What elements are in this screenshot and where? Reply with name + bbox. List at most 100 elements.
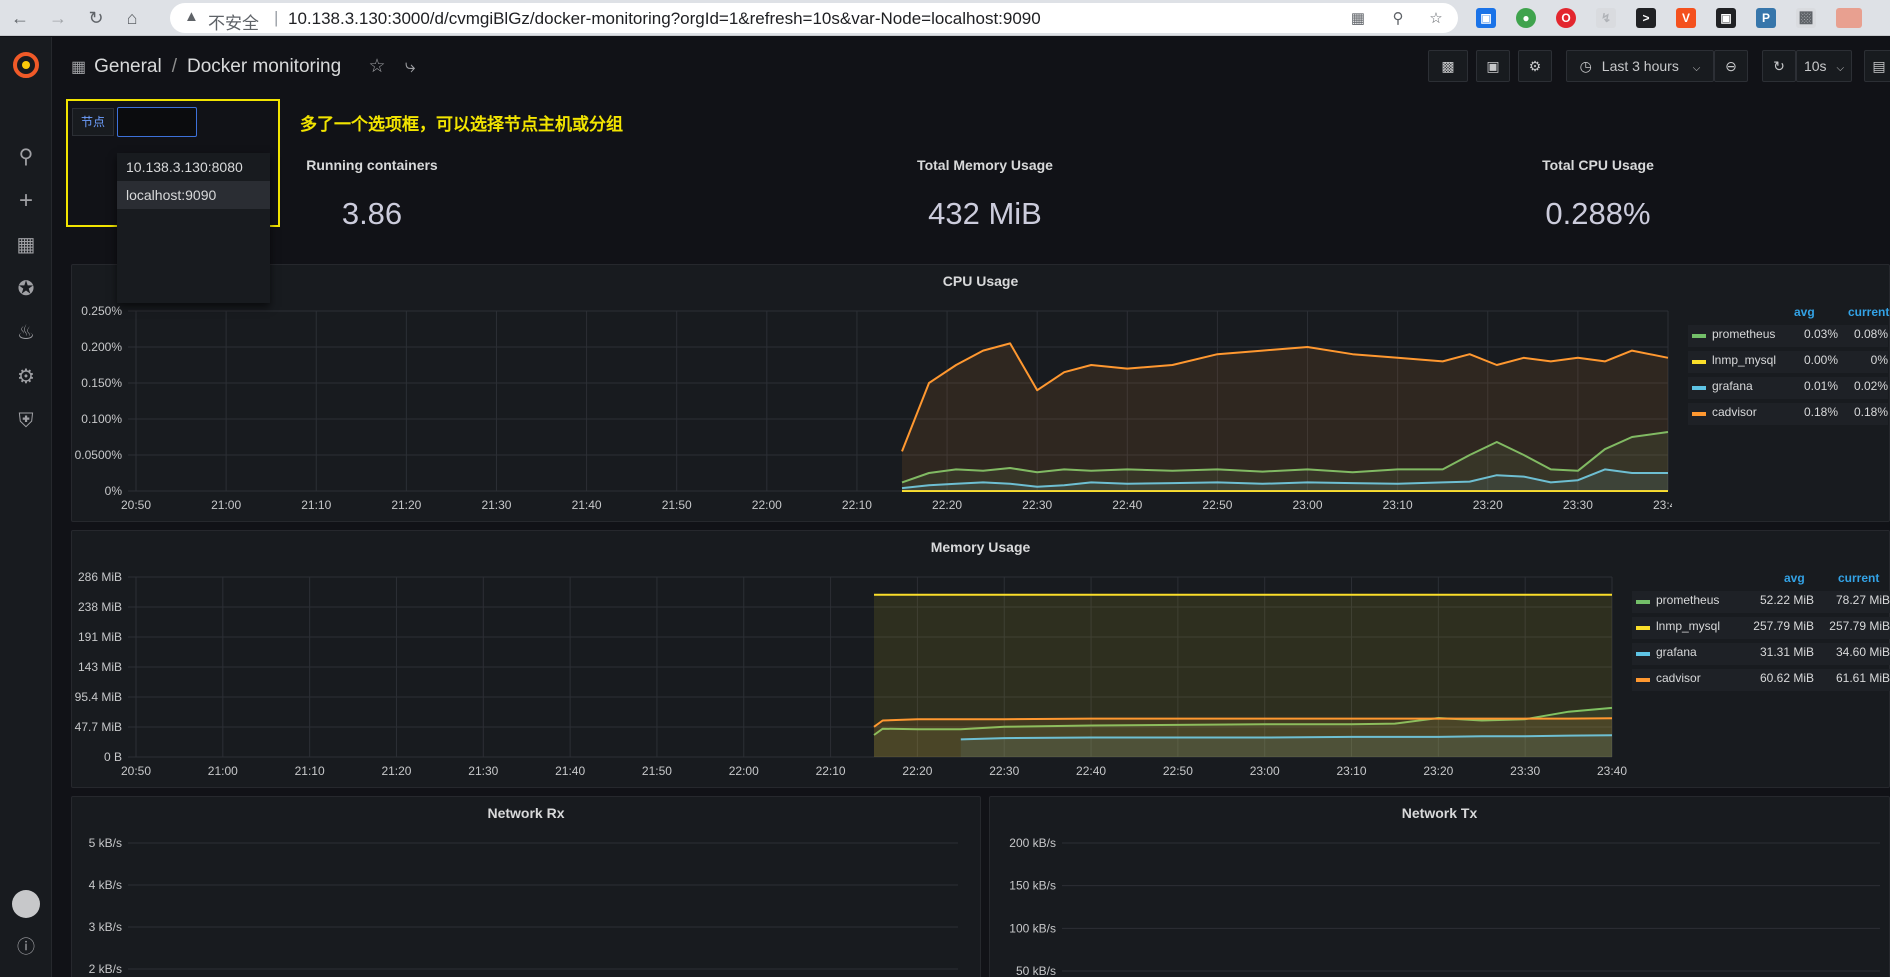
x-tick-label: 21:50 bbox=[642, 764, 672, 778]
legend-item-prometheus[interactable]: prometheus 0.03% 0.08% bbox=[1688, 325, 1888, 347]
legend-avg-header[interactable]: avg bbox=[1784, 571, 1805, 585]
chevron-down-icon: ⌵ bbox=[1692, 63, 1701, 74]
grafana-logo-icon[interactable] bbox=[12, 51, 40, 79]
refresh-button[interactable]: ↻ bbox=[1762, 50, 1796, 82]
legend-series-name: lnmp_mysql bbox=[1712, 353, 1777, 367]
back-icon[interactable]: ← bbox=[8, 6, 32, 30]
legend-current-header[interactable]: current bbox=[1838, 571, 1879, 585]
legend-item-prometheus[interactable]: prometheus 52.22 MiB 78.27 MiB bbox=[1632, 591, 1890, 613]
save-dashboard-button[interactable]: ▣ bbox=[1476, 50, 1510, 82]
y-tick-label: 150 kB/s bbox=[1009, 879, 1056, 893]
user-avatar[interactable] bbox=[12, 890, 40, 918]
home-icon[interactable]: ⌂ bbox=[120, 6, 144, 30]
memory-usage-graph[interactable]: 0 B 47.7 MiB 95.4 MiB 143 MiB 191 MiB 238 MiB… bbox=[72, 531, 1632, 789]
legend-current-header[interactable]: current bbox=[1848, 305, 1889, 319]
node-variable-input[interactable] bbox=[117, 107, 197, 137]
screen: { "browser": { "security_label": "不安全", … bbox=[0, 0, 1890, 977]
x-tick-label: 21:40 bbox=[572, 498, 602, 512]
legend-current-value: 0% bbox=[1870, 353, 1888, 367]
dashboard-navbar: ▦ General / Docker monitoring ☆ ⤷ ▩ ▣ ⚙ ◷ L… bbox=[53, 37, 1890, 97]
x-tick-label: 22:00 bbox=[729, 764, 759, 778]
search-icon[interactable]: ⚲ bbox=[12, 143, 40, 171]
puzzle-icon[interactable]: ▩ bbox=[1796, 8, 1816, 28]
folder-link[interactable]: General bbox=[94, 56, 162, 77]
qr-extension-icon[interactable]: ▣ bbox=[1716, 8, 1736, 28]
legend-item-cadvisor[interactable]: cadvisor 60.62 MiB 61.61 MiB bbox=[1632, 669, 1890, 691]
extension-icon[interactable]: ▣ bbox=[1476, 8, 1496, 28]
paw-extension-icon[interactable]: ● bbox=[1516, 8, 1536, 28]
legend-item-cadvisor[interactable]: cadvisor 0.18% 0.18% bbox=[1688, 403, 1888, 425]
network-tx-graph[interactable]: 50 kB/s 100 kB/s 150 kB/s 200 kB/s bbox=[990, 797, 1890, 977]
x-tick-label: 23:30 bbox=[1510, 764, 1540, 778]
dashboards-grid-icon[interactable]: ▦ bbox=[12, 231, 40, 259]
network-tx-panel[interactable]: Network Tx 50 kB/s 100 kB/s 150 kB/s 200 kB… bbox=[989, 796, 1890, 977]
help-icon[interactable]: ⓘ bbox=[12, 933, 40, 961]
legend-item-lnmp_mysql[interactable]: lnmp_mysql 257.79 MiB 257.79 MiB bbox=[1632, 617, 1890, 639]
network-rx-panel[interactable]: Network Rx 1 kB/s2 kB/s3 kB/s4 kB/s5 kB/… bbox=[71, 796, 981, 977]
x-tick-label: 20:50 bbox=[121, 764, 151, 778]
legend-item-lnmp_mysql[interactable]: lnmp_mysql 0.00% 0% bbox=[1688, 351, 1888, 373]
legend-current-value: 78.27 MiB bbox=[1835, 593, 1890, 607]
cpu-usage-panel[interactable]: CPU Usage 0% 0.0500% 0.100% 0.150% 0.200% 0.2… bbox=[71, 264, 1890, 522]
x-tick-label: 22:00 bbox=[752, 498, 782, 512]
forward-icon[interactable]: → bbox=[46, 6, 70, 30]
server-admin-shield-icon[interactable]: ⛨ bbox=[12, 407, 40, 435]
tv-mode-button[interactable]: ▤ bbox=[1864, 50, 1890, 82]
legend-series-name: cadvisor bbox=[1656, 671, 1701, 685]
dashboards-grid-icon: ▦ bbox=[71, 59, 87, 76]
legend-item-grafana[interactable]: grafana 31.31 MiB 34.60 MiB bbox=[1632, 643, 1890, 665]
dropdown-option[interactable]: 10.138.3.130:8080 bbox=[117, 153, 270, 181]
y-tick-label: 143 MiB bbox=[78, 660, 122, 674]
legend-color-swatch bbox=[1692, 386, 1706, 390]
x-tick-label: 21:50 bbox=[662, 498, 692, 512]
reload-icon[interactable]: ↻ bbox=[84, 6, 108, 30]
legend-item-grafana[interactable]: grafana 0.01% 0.02% bbox=[1688, 377, 1888, 399]
memory-usage-panel[interactable]: Memory Usage 0 B 47.7 MiB 95.4 MiB 143 MiB 1… bbox=[71, 530, 1890, 788]
y-tick-label: 4 kB/s bbox=[89, 878, 122, 892]
legend-color-swatch bbox=[1636, 652, 1650, 656]
add-panel-button[interactable]: ▩ bbox=[1428, 50, 1468, 82]
y-tick-label: 238 MiB bbox=[78, 600, 122, 614]
time-picker-button[interactable]: ◷ Last 3 hours ⌵ bbox=[1566, 50, 1714, 82]
explore-compass-icon[interactable]: ✪ bbox=[12, 275, 40, 303]
x-tick-label: 21:10 bbox=[295, 764, 325, 778]
translate-icon[interactable]: ▦ bbox=[1348, 9, 1368, 29]
address-bar[interactable]: ▲ 不安全 | 10.138.3.130:3000/d/cvmgiBlGz/do… bbox=[170, 3, 1458, 33]
alerting-bell-icon[interactable]: ♨ bbox=[12, 319, 40, 347]
terminal-extension-icon[interactable]: > bbox=[1636, 8, 1656, 28]
breadcrumb: ▦ General / Docker monitoring ☆ ⤷ bbox=[71, 55, 415, 78]
network-rx-graph[interactable]: 1 kB/s2 kB/s3 kB/s4 kB/s5 kB/s bbox=[72, 797, 982, 977]
y-tick-label: 191 MiB bbox=[78, 630, 122, 644]
zoom-out-button[interactable]: ⊖ bbox=[1714, 50, 1748, 82]
y-tick-label: 0% bbox=[105, 484, 123, 498]
x-tick-label: 20:50 bbox=[121, 498, 151, 512]
zoom-icon[interactable]: ⚲ bbox=[1388, 9, 1408, 29]
python-extension-icon[interactable]: P bbox=[1756, 8, 1776, 28]
side-menu: ⚲ + ▦ ✪ ♨ ⚙ ⛨ ⓘ bbox=[0, 37, 52, 977]
legend-color-swatch bbox=[1636, 626, 1650, 630]
x-tick-label: 22:10 bbox=[842, 498, 872, 512]
share-icon[interactable]: ⤷ bbox=[405, 56, 416, 77]
dashboard-title[interactable]: Docker monitoring bbox=[187, 56, 341, 77]
configuration-gear-icon[interactable]: ⚙ bbox=[12, 363, 40, 391]
star-icon[interactable]: ☆ bbox=[368, 56, 385, 77]
profile-avatar[interactable] bbox=[1836, 8, 1862, 28]
refresh-interval-picker[interactable]: 10s ⌵ bbox=[1796, 50, 1852, 82]
stat-title: Total CPU Usage bbox=[1542, 157, 1654, 173]
cpu-usage-graph[interactable]: 0% 0.0500% 0.100% 0.150% 0.200% 0.250% 20:50 21… bbox=[72, 265, 1672, 523]
url-text[interactable]: 10.138.3.130:3000/d/cvmgiBlGz/docker-mon… bbox=[288, 9, 1041, 29]
y-tick-label: 0 B bbox=[104, 750, 122, 764]
dropdown-option-selected[interactable]: localhost:9090 bbox=[117, 181, 270, 209]
legend-avg-header[interactable]: avg bbox=[1794, 305, 1815, 319]
vpn-extension-icon[interactable]: V bbox=[1676, 8, 1696, 28]
breadcrumb-separator: / bbox=[171, 56, 178, 77]
legend-color-swatch bbox=[1692, 412, 1706, 416]
bookmark-star-icon[interactable]: ☆ bbox=[1426, 9, 1446, 29]
lightning-extension-icon[interactable]: ↯ bbox=[1596, 8, 1616, 28]
opera-extension-icon[interactable]: O bbox=[1556, 8, 1576, 28]
dashboard-settings-button[interactable]: ⚙ bbox=[1518, 50, 1552, 82]
create-plus-icon[interactable]: + bbox=[12, 187, 40, 215]
legend-avg-value: 31.31 MiB bbox=[1759, 645, 1814, 659]
x-tick-label: 23:30 bbox=[1563, 498, 1593, 512]
legend-series-name: lnmp_mysql bbox=[1656, 619, 1721, 633]
